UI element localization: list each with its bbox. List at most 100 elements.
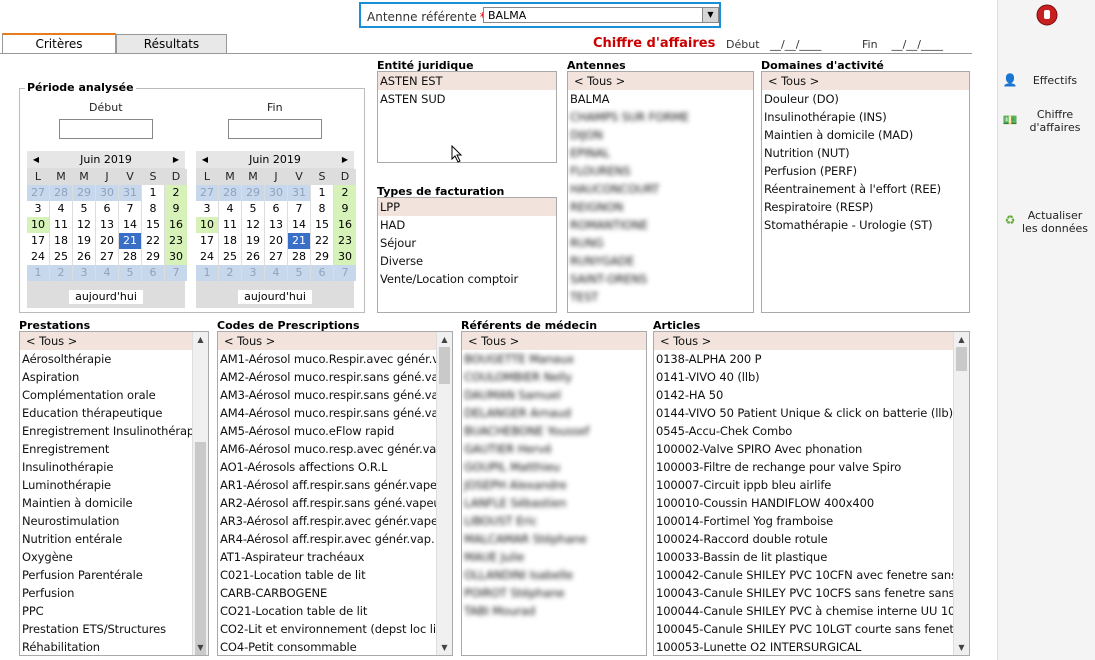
scrollbar[interactable]: ▲ ▼ <box>953 332 969 655</box>
list-item[interactable]: DIJON <box>568 126 753 144</box>
list-item[interactable]: AM6-Aérosol muco.resp.avec génér.vapeur <box>218 440 452 458</box>
chiffre-affaires-link[interactable]: Chiffre d'affaires <box>1020 108 1090 134</box>
calendar-day[interactable]: 6 <box>142 265 164 281</box>
list-item[interactable]: Perfusion (PERF) <box>762 162 969 180</box>
domaines-listbox[interactable]: < Tous > Douleur (DO) Insulinothérapie (IN… <box>761 71 970 313</box>
calendar-day[interactable]: 24 <box>27 249 49 265</box>
calendar-day[interactable]: 3 <box>27 201 49 217</box>
list-item[interactable]: CHAMPS SUR FORME <box>568 108 753 126</box>
list-item[interactable]: 100014-Fortimel Yog framboise <box>654 512 969 530</box>
list-item[interactable]: MAUE Julie <box>462 548 646 566</box>
calendar-day[interactable]: 13 <box>265 217 287 233</box>
antenne-referente-select[interactable]: BALMA ▼ <box>483 7 719 23</box>
calendar-day[interactable]: 12 <box>73 217 95 233</box>
calendar-day[interactable]: 15 <box>311 217 333 233</box>
chevron-right-icon[interactable]: ▶ <box>169 151 183 168</box>
list-item[interactable]: CARB-CARBOGENE <box>218 584 452 602</box>
list-item[interactable]: 100010-Coussin HANDIFLOW 400x400 <box>654 494 969 512</box>
calendar-day[interactable]: 10 <box>27 217 49 233</box>
list-item[interactable]: < Tous > <box>218 332 452 350</box>
list-item[interactable]: 0144-VIVO 50 Patient Unique & click on b… <box>654 404 969 422</box>
calendar-day[interactable]: 1 <box>311 185 333 201</box>
codes-listbox[interactable]: < Tous > AM1-Aérosol muco.Respir.avec gén… <box>217 331 453 656</box>
today-button[interactable]: aujourd'hui <box>69 290 143 304</box>
antennes-listbox[interactable]: < Tous > BALMA CHAMPS SUR FORME DIJON EPINAL… <box>567 71 754 313</box>
list-item[interactable]: < Tous > <box>762 72 969 90</box>
chevron-right-icon[interactable]: ▶ <box>338 151 352 168</box>
list-item[interactable]: LANFLE Sébastien <box>462 494 646 512</box>
list-item[interactable]: AR4-Aérosol aff.respir.avec génér.vap. <box>218 530 452 548</box>
list-item[interactable]: AO1-Aérosols affections O.R.L <box>218 458 452 476</box>
calendar-day[interactable]: 2 <box>165 185 187 201</box>
list-item[interactable]: JOSEPH Alexandre <box>462 476 646 494</box>
list-item[interactable]: Insulinothérapie <box>20 458 208 476</box>
list-item[interactable]: CO2-Lit et environnement (depst loc lit) <box>218 620 452 638</box>
list-item[interactable]: AM1-Aérosol muco.Respir.avec génér.vapeu… <box>218 350 452 368</box>
list-item[interactable]: LIBOUST Eric <box>462 512 646 530</box>
list-item[interactable]: DELANGER Arnaud <box>462 404 646 422</box>
list-item[interactable]: 100007-Circuit ippb bleu airlife <box>654 476 969 494</box>
calendar-day[interactable]: 20 <box>96 233 118 249</box>
list-item[interactable]: GAUTIER Hervé <box>462 440 646 458</box>
list-item[interactable]: Douleur (DO) <box>762 90 969 108</box>
calendar-day[interactable]: 28 <box>50 185 72 201</box>
list-item[interactable]: ASTEN SUD <box>378 90 556 108</box>
list-item[interactable]: Nutrition (NUT) <box>762 144 969 162</box>
calendar-day[interactable]: 22 <box>142 233 164 249</box>
list-item[interactable]: 100043-Canule SHILEY PVC 10CFS sans fene… <box>654 584 969 602</box>
calendar-day[interactable]: 2 <box>50 265 72 281</box>
calendar-day[interactable]: 1 <box>27 265 49 281</box>
calendar-day[interactable]: 21 <box>119 233 141 249</box>
list-item[interactable]: REIGNON <box>568 198 753 216</box>
list-item[interactable]: 100045-Canule SHILEY PVC 10LGT courte sa… <box>654 620 969 638</box>
calendar-day[interactable]: 6 <box>265 201 287 217</box>
calendar-day[interactable]: 13 <box>96 217 118 233</box>
list-item[interactable]: < Tous > <box>20 332 208 350</box>
list-item[interactable]: Neurostimulation <box>20 512 208 530</box>
calendar-day[interactable]: 7 <box>334 265 356 281</box>
refresh-icon[interactable]: ♻ <box>1002 213 1018 227</box>
calendar-day[interactable]: 7 <box>288 201 310 217</box>
calendar-day[interactable]: 31 <box>288 185 310 201</box>
list-item[interactable]: AR1-Aérosol aff.respir.sans génér.vapeur <box>218 476 452 494</box>
calendar-day[interactable]: 4 <box>50 201 72 217</box>
calendar-day[interactable]: 17 <box>27 233 49 249</box>
list-item[interactable]: Complémentation orale <box>20 386 208 404</box>
scroll-down-icon[interactable]: ▼ <box>954 640 969 655</box>
list-item[interactable]: 0141-VIVO 40 (llb) <box>654 368 969 386</box>
list-item[interactable]: POIROT Stéphane <box>462 584 646 602</box>
calendar-day[interactable]: 25 <box>219 249 241 265</box>
calendar-day[interactable]: 25 <box>50 249 72 265</box>
calendar-day[interactable]: 22 <box>311 233 333 249</box>
list-item[interactable]: BALMA <box>568 90 753 108</box>
list-item[interactable]: Maintien à domicile (MAD) <box>762 126 969 144</box>
money-icon[interactable]: 💵 <box>1002 113 1018 127</box>
calendar-day[interactable]: 31 <box>119 185 141 201</box>
scroll-down-icon[interactable]: ▼ <box>437 640 452 655</box>
list-item[interactable]: BOUGETTE Manaux <box>462 350 646 368</box>
scroll-up-icon[interactable]: ▲ <box>954 332 969 347</box>
calendar-day[interactable]: 3 <box>242 265 264 281</box>
list-item[interactable]: 0142-HA 50 <box>654 386 969 404</box>
calendar-day[interactable]: 5 <box>73 201 95 217</box>
calendar-day[interactable]: 28 <box>119 249 141 265</box>
list-item[interactable]: Oxygène <box>20 548 208 566</box>
calendar-day[interactable]: 23 <box>165 233 187 249</box>
list-item[interactable]: Insulinothérapie (INS) <box>762 108 969 126</box>
list-item[interactable]: LPP <box>378 198 556 216</box>
calendar-day[interactable]: 4 <box>265 265 287 281</box>
calendar-day[interactable]: 6 <box>311 265 333 281</box>
list-item[interactable]: Nutrition entérale <box>20 530 208 548</box>
list-item[interactable]: RUNG <box>568 234 753 252</box>
calendar-day[interactable]: 28 <box>288 249 310 265</box>
referents-listbox[interactable]: < Tous > BOUGETTE Manaux COULOMBIER Nelly D… <box>461 331 647 656</box>
calendar-day[interactable]: 2 <box>219 265 241 281</box>
list-item[interactable]: Perfusion Parentérale <box>20 566 208 584</box>
effectifs-link[interactable]: Effectifs <box>1020 74 1090 87</box>
calendar-day[interactable]: 1 <box>142 185 164 201</box>
list-item[interactable]: < Tous > <box>568 72 753 90</box>
scrollbar-thumb[interactable] <box>195 442 206 655</box>
list-item[interactable]: AM5-Aérosol muco.eFlow rapid <box>218 422 452 440</box>
list-item[interactable]: Respiratoire (RESP) <box>762 198 969 216</box>
calendar-day[interactable]: 26 <box>73 249 95 265</box>
